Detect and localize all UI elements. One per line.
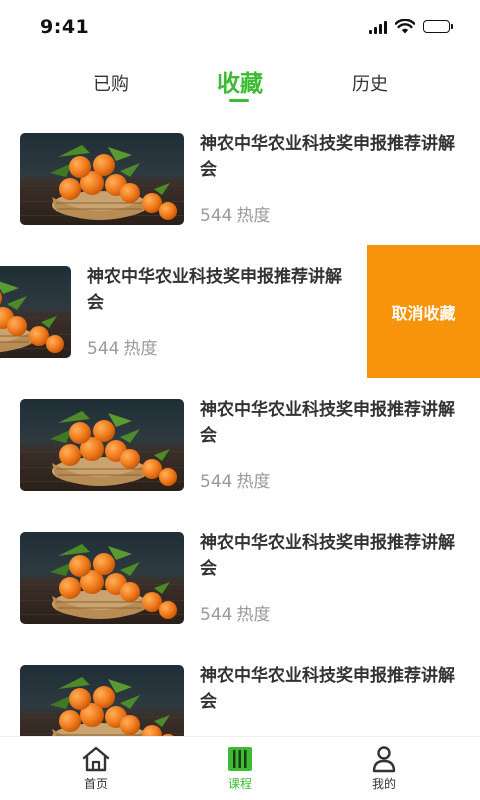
wifi-icon [395,19,415,34]
list-item[interactable]: 神农中华农业科技奖申报推荐讲解会 544热度 [0,378,480,511]
course-title: 神农中华农业科技奖申报推荐讲解会 [87,267,342,313]
battery-icon [423,20,453,33]
nav-courses[interactable]: 课程 [200,745,280,792]
course-thumbnail [20,665,184,736]
course-thumbnail [20,399,184,491]
unfavorite-button[interactable]: 取消收藏 [367,245,480,378]
course-thumbnail [20,133,184,225]
course-thumbnail [0,266,71,358]
course-title: 神农中华农业科技奖申报推荐讲解会 [200,666,455,712]
list-item[interactable]: 神农中华农业科技奖申报推荐讲解会 544热度 [0,644,480,736]
nav-home-label: 首页 [83,777,108,791]
favorites-list: 神农中华农业科技奖申报推荐讲解会 544 热度 神农中华农业科技奖申报推荐讲解会 … [0,112,480,736]
heat-count: 544热度 [200,605,271,625]
active-tab-indicator [229,99,249,102]
nav-profile[interactable]: 我的 [344,745,424,792]
heat-count: 544热度 [87,339,158,359]
tab-favorites[interactable]: 收藏 [217,64,263,98]
list-item[interactable]: 神农中华农业科技奖申报推荐讲解会 544热度 [0,112,480,245]
course-title: 神农中华农业科技奖申报推荐讲解会 [200,400,455,446]
tab-history[interactable]: 历史 [352,70,388,96]
status-icons [369,19,453,34]
collection-tabs: 已购 收藏 历史 [0,58,480,110]
tab-purchased[interactable]: 已购 [93,70,129,96]
profile-icon [372,746,396,773]
nav-courses-label: 课程 [227,777,252,791]
home-icon [82,746,110,772]
status-time: 9:41 [40,16,90,38]
list-item[interactable]: 神农中华农业科技奖申报推荐讲解会 544热度 [0,511,480,644]
heat-count: 544热度 [200,472,271,492]
status-bar: 9:41 [0,0,480,56]
nav-profile-label: 我的 [371,777,396,791]
cellular-signal-icon [369,20,387,34]
course-title: 神农中华农业科技奖申报推荐讲解会 [200,134,455,180]
bottom-nav: 首页 课程 我的 [0,736,480,800]
course-title: 神农中华农业科技奖申报推荐讲解会 [200,533,455,579]
course-thumbnail [20,532,184,624]
list-item-swiped[interactable]: 神农中华农业科技奖申报推荐讲解会 544 热度 取消收藏 [0,245,480,378]
courses-icon [228,747,252,771]
heat-count: 544热度 [200,206,271,226]
nav-home[interactable]: 首页 [56,745,136,792]
